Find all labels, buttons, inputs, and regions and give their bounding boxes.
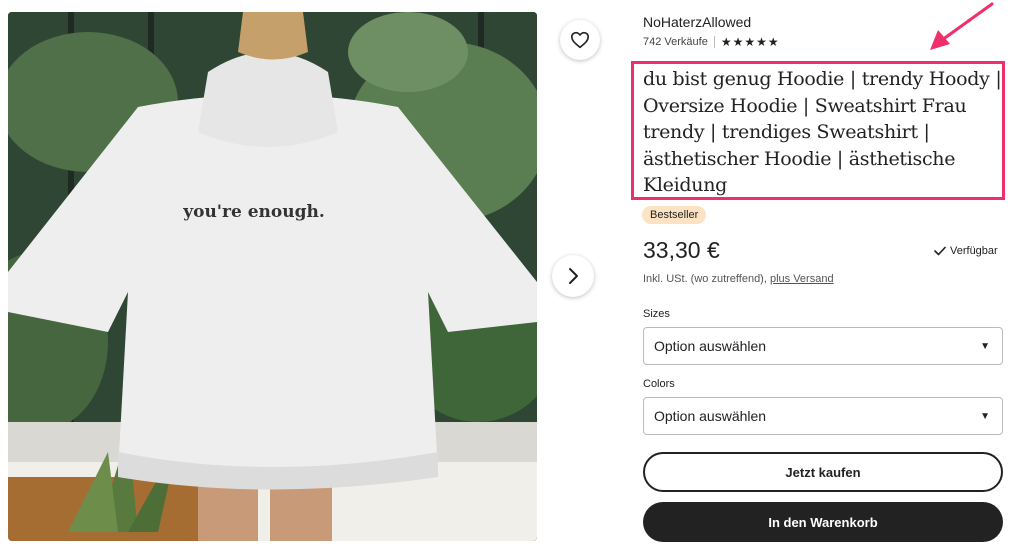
divider: [713, 36, 715, 48]
sizes-select[interactable]: Option auswählen ▼: [643, 327, 1003, 365]
tax-note: Inkl. USt. (wo zutreffend), plus Versand: [643, 273, 834, 285]
sales-count: 742 Verkäufe: [643, 36, 708, 48]
hoodie-photo: you're enough.: [8, 12, 537, 541]
print-text: you're enough.: [182, 202, 325, 222]
heart-icon: [570, 31, 589, 49]
availability-label: Verfügbar: [950, 245, 998, 257]
caret-down-icon: ▼: [980, 340, 990, 352]
favorite-button[interactable]: [560, 20, 600, 60]
shipping-link[interactable]: plus Versand: [770, 273, 834, 285]
colors-select[interactable]: Option auswählen ▼: [643, 397, 1003, 435]
arrow-icon: [930, 2, 994, 50]
shop-name[interactable]: NoHaterzAllowed: [643, 14, 751, 30]
availability-status: Verfügbar: [934, 245, 998, 257]
colors-value: Option auswählen: [654, 408, 767, 424]
sizes-value: Option auswählen: [654, 338, 767, 354]
price: 33,30 €: [643, 237, 720, 263]
checkmark-icon: [934, 246, 946, 256]
shop-stats: 742 Verkäufe ★★★★★: [643, 35, 780, 49]
sizes-label: Sizes: [643, 308, 670, 320]
product-title: du bist genug Hoodie | trendy Hoody | Ov…: [643, 68, 1002, 197]
caret-down-icon: ▼: [980, 410, 990, 422]
colors-label: Colors: [643, 378, 675, 390]
buy-now-button[interactable]: Jetzt kaufen: [643, 452, 1003, 492]
tax-text: Inkl. USt. (wo zutreffend),: [643, 273, 767, 285]
rating-stars[interactable]: ★★★★★: [721, 35, 780, 49]
bestseller-badge: Bestseller: [642, 206, 707, 224]
chevron-right-icon: [569, 268, 578, 284]
product-image[interactable]: you're enough.: [8, 12, 537, 541]
add-to-cart-button[interactable]: In den Warenkorb: [643, 502, 1003, 542]
next-image-button[interactable]: [552, 255, 594, 297]
